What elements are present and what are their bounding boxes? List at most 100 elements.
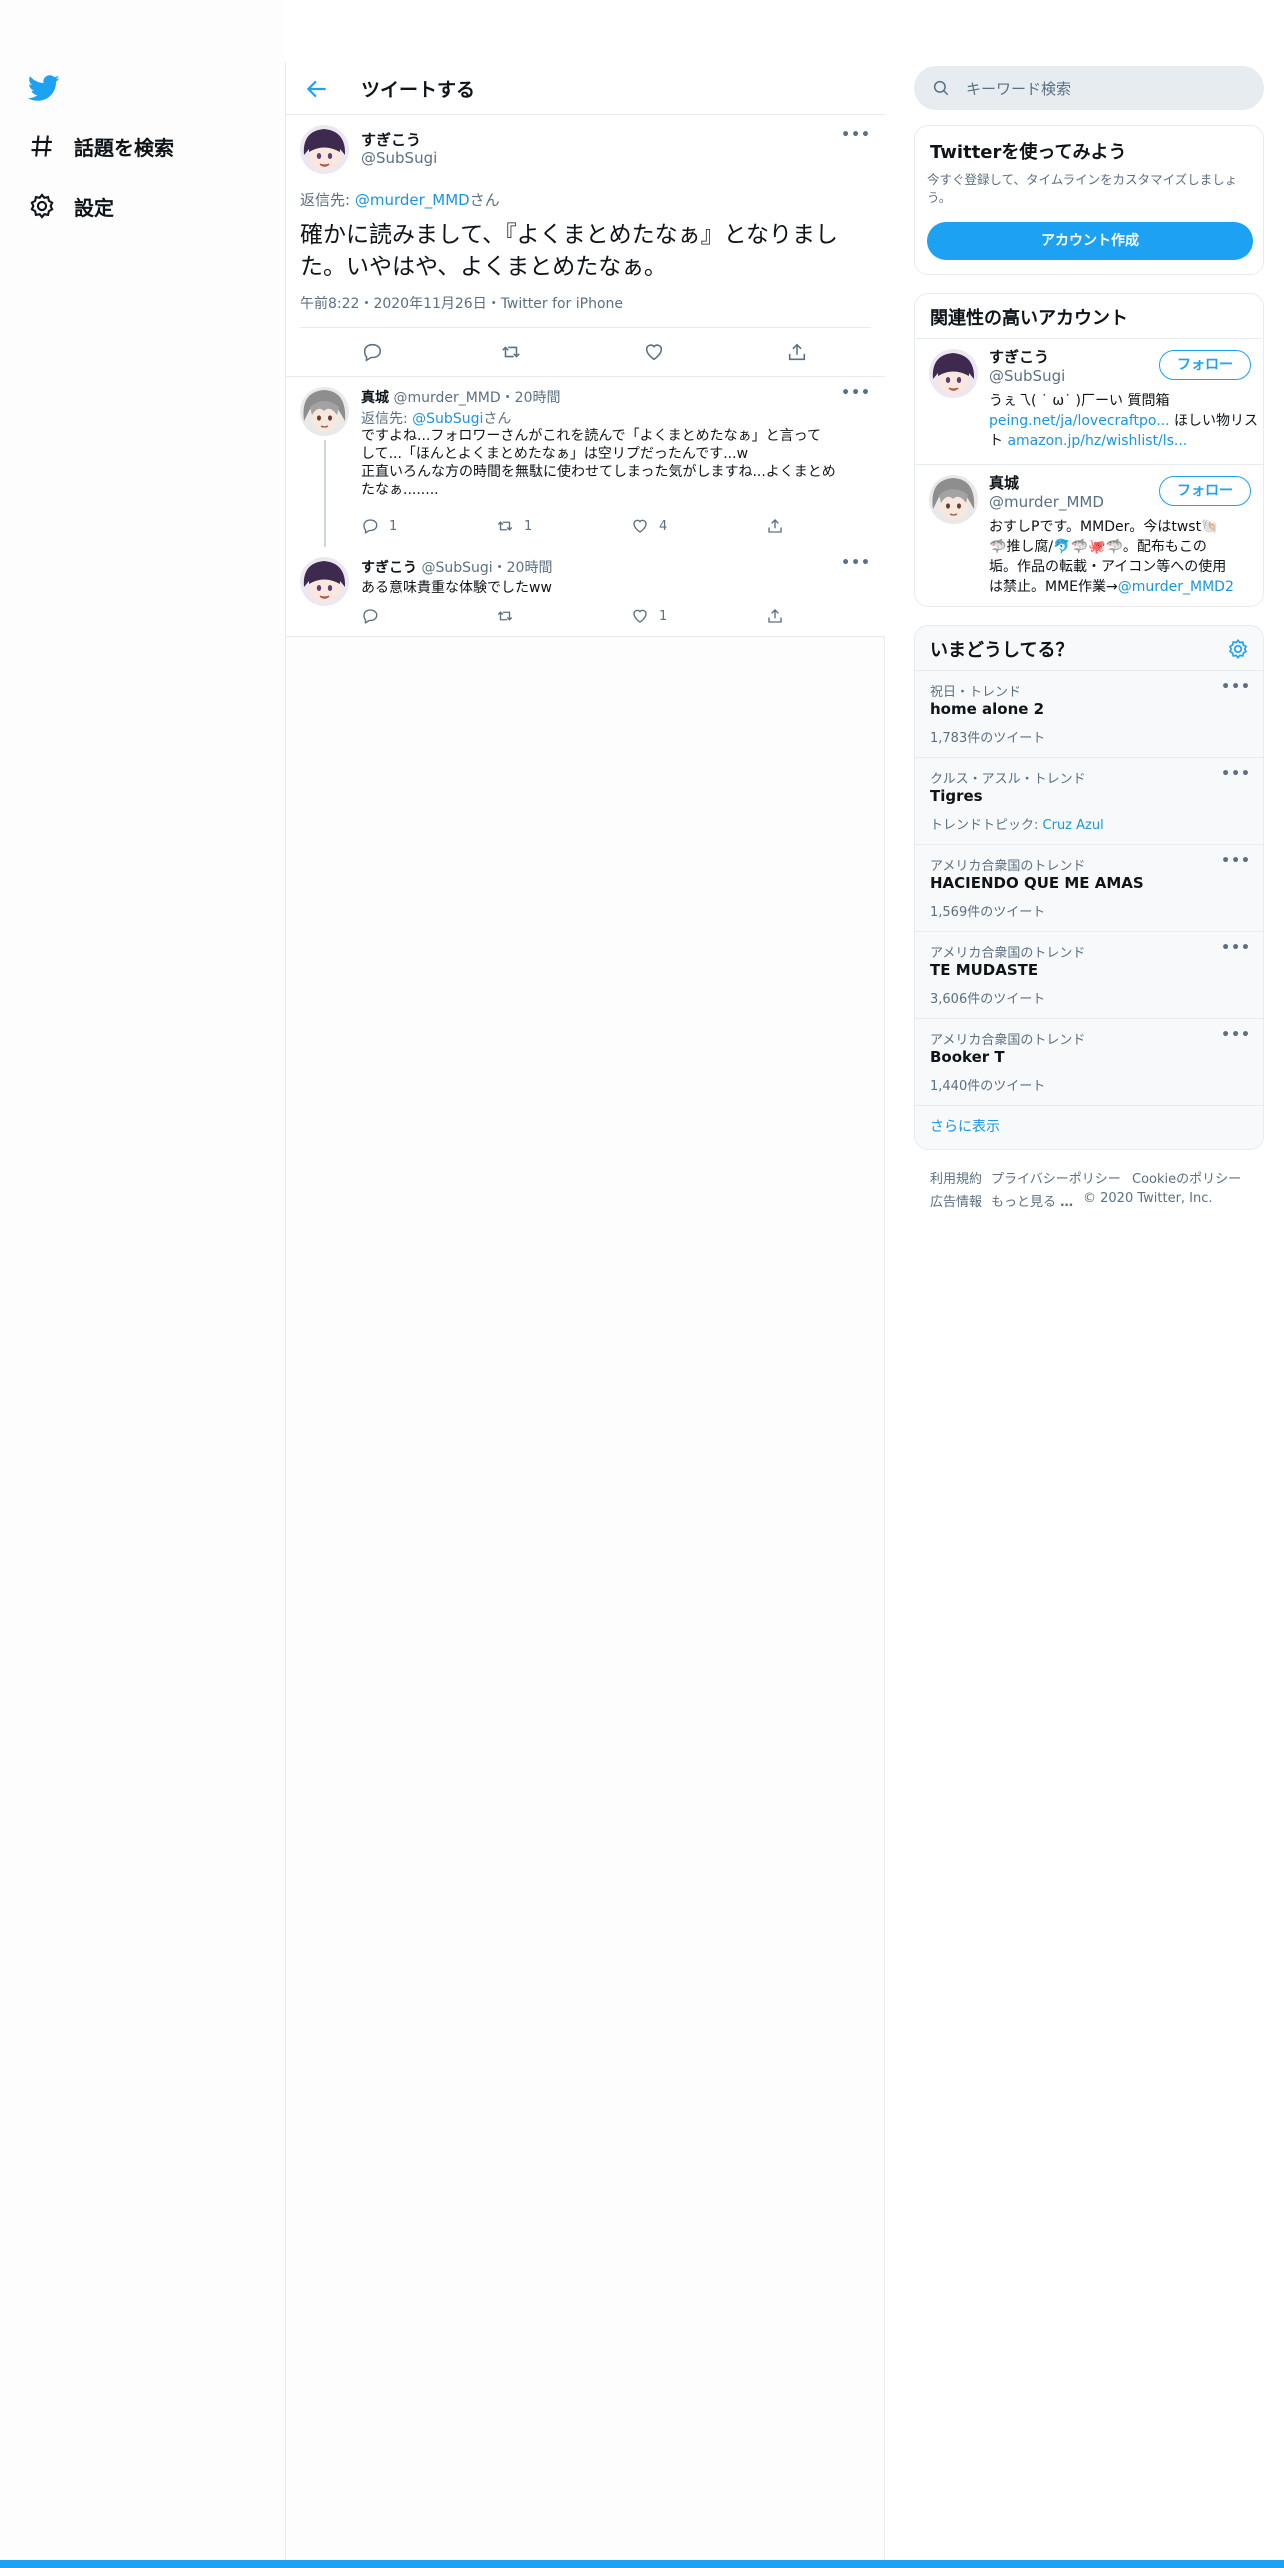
- bio-text: は禁止。MME作業→: [989, 579, 1118, 595]
- heart-icon: [633, 609, 647, 623]
- author-name[interactable]: すぎこう: [361, 560, 417, 576]
- signup-title: Twitterを使ってみよう: [930, 142, 1127, 163]
- trend-count: 1,783件のツイート: [930, 731, 1046, 746]
- author-name[interactable]: すぎこう: [361, 129, 421, 150]
- reply-context: 返信先: @SubSugiさん: [361, 408, 511, 428]
- reply-tweet[interactable]: 真城 @murder_MMD・20時間 ••• 返信先: @SubSugiさん …: [286, 377, 885, 547]
- account-handle[interactable]: @murder_MMD: [989, 493, 1104, 511]
- reply-prefix: 返信先:: [361, 411, 413, 427]
- like-button[interactable]: [643, 341, 665, 363]
- avatar[interactable]: [300, 125, 349, 174]
- heart-icon: [645, 344, 663, 361]
- tweet-time[interactable]: ・20時間: [501, 390, 561, 406]
- show-more-link[interactable]: さらに表示: [930, 1116, 1000, 1136]
- like-button[interactable]: 4: [631, 517, 667, 535]
- trend-count: 1,440件のツイート: [930, 1079, 1046, 1094]
- account-row[interactable]: すぎこう @SubSugi フォロー うぇ乁( ˙ ω˙ )厂ーい 質問箱 pe…: [915, 339, 1263, 464]
- twitter-logo-icon[interactable]: [27, 72, 60, 104]
- tweet-time[interactable]: ・20時間: [493, 560, 553, 576]
- divider: [915, 1105, 1263, 1106]
- reply-to-link[interactable]: @murder_MMD: [355, 191, 470, 209]
- avatar[interactable]: [929, 349, 978, 398]
- gear-icon: [30, 193, 54, 219]
- share-button[interactable]: [766, 517, 784, 535]
- account-name[interactable]: 真城: [989, 472, 1019, 493]
- trend-item[interactable]: アメリカ合衆国のトレンド TE MUDASTE 3,606件のツイート •••: [915, 932, 1263, 1018]
- search-box[interactable]: キーワード検索: [914, 66, 1264, 110]
- trend-item[interactable]: クルス・アスル・トレンド Tigres トレンドトピック: Cruz Azul …: [915, 758, 1263, 844]
- avatar[interactable]: [300, 387, 349, 436]
- nav-settings[interactable]: 設定: [28, 186, 114, 226]
- bio-line: peing.net/ja/lovecraftpo... ほしい物リス: [989, 411, 1259, 431]
- author-handle[interactable]: @SubSugi: [361, 149, 437, 167]
- trend-topic-link[interactable]: Cruz Azul: [1043, 818, 1104, 833]
- create-account-button[interactable]: アカウント作成: [927, 222, 1253, 260]
- trend-item[interactable]: アメリカ合衆国のトレンド Booker T 1,440件のツイート •••: [915, 1019, 1263, 1105]
- share-button[interactable]: [786, 341, 808, 363]
- trend-context: アメリカ合衆国のトレンド: [930, 859, 1086, 874]
- follow-button[interactable]: フォロー: [1159, 350, 1251, 380]
- more-link[interactable]: もっと見る …: [991, 1191, 1073, 1210]
- account-handle[interactable]: @SubSugi: [989, 367, 1065, 385]
- avatar[interactable]: [300, 557, 349, 606]
- hashtag-icon: [31, 135, 52, 157]
- more-options-icon[interactable]: •••: [1221, 853, 1251, 869]
- signup-description-line: 今すぐ登録して、タイムラインをカスタマイズしましょ: [927, 172, 1238, 187]
- tweet-text-line: ですよね...フォロワーさんがこれを読んで「よくまとめたなぁ」と言って: [361, 428, 821, 444]
- signup-card: Twitterを使ってみよう 今すぐ登録して、タイムラインをカスタマイズしましょ…: [914, 125, 1264, 275]
- retweet-button[interactable]: 1: [496, 517, 532, 535]
- terms-link[interactable]: 利用規約: [930, 1168, 982, 1187]
- bio-link[interactable]: @murder_MMD2: [1118, 579, 1234, 595]
- gear-icon[interactable]: [1227, 638, 1249, 660]
- follow-button[interactable]: フォロー: [1159, 476, 1251, 506]
- more-options-icon[interactable]: •••: [841, 555, 871, 571]
- author-name[interactable]: 真城: [361, 390, 389, 406]
- share-icon: [768, 519, 782, 533]
- bio-line: ト amazon.jp/hz/wishlist/ls...: [989, 431, 1259, 451]
- tweet-text-line: 正直いろんな方の時間を無駄に使わせてしまった気がしますね...よくまとめ: [361, 464, 836, 480]
- search-input[interactable]: キーワード検索: [966, 78, 1071, 99]
- tweet-text: 確かに読みまして、『よくまとめたなぁ』となりました。いやはや、よくまとめたなぁ。: [300, 222, 838, 280]
- timeline-column: ツイートする すぎこう @SubSugi ••• 返信先: @murder_MM…: [285, 62, 885, 2560]
- back-arrow-icon[interactable]: [304, 76, 330, 102]
- more-options-icon[interactable]: •••: [1221, 1027, 1251, 1043]
- reply-tweet[interactable]: すぎこう @SubSugi・20時間 ••• ある意味貴重な体験でしたww 1: [286, 547, 885, 637]
- bio-line: は禁止。MME作業→@murder_MMD2: [989, 577, 1261, 597]
- trend-item[interactable]: アメリカ合衆国のトレンド HACIENDO QUE ME AMAS 1,569件…: [915, 845, 1263, 931]
- trend-item[interactable]: 祝日・トレンド home alone 2 1,783件のツイート •••: [915, 671, 1263, 757]
- tweet-text-line: たなぁ........: [361, 482, 439, 498]
- author-handle[interactable]: @murder_MMD: [393, 390, 500, 406]
- bio-link[interactable]: peing.net/ja/lovecraftpo...: [989, 413, 1170, 429]
- account-name[interactable]: すぎこう: [989, 346, 1049, 367]
- reply-context: 返信先: @murder_MMDさん: [300, 189, 500, 210]
- bio-link[interactable]: amazon.jp/hz/wishlist/ls...: [1007, 433, 1187, 449]
- nav-explore-label: 話題を検索: [74, 135, 174, 160]
- tweet-timestamp[interactable]: 午前8:22・2020年11月26日・Twitter for iPhone: [300, 293, 623, 313]
- account-row[interactable]: 真城 @murder_MMD フォロー おすしPです。MMDer。今はtwst🐚…: [915, 465, 1263, 606]
- retweet-icon: [502, 346, 520, 358]
- more-options-icon[interactable]: •••: [1221, 766, 1251, 782]
- avatar[interactable]: [929, 475, 978, 524]
- trend-context: 祝日・トレンド: [930, 685, 1022, 700]
- nav-explore[interactable]: 話題を検索: [28, 126, 174, 166]
- reply-suffix: さん: [483, 411, 512, 427]
- ads-info-link[interactable]: 広告情報: [930, 1191, 982, 1210]
- privacy-link[interactable]: プライバシーポリシー: [991, 1168, 1121, 1187]
- reply-button[interactable]: 1: [361, 517, 397, 535]
- retweet-button[interactable]: [496, 607, 514, 625]
- more-options-icon[interactable]: •••: [1221, 679, 1251, 695]
- page-header: ツイートする: [286, 62, 885, 115]
- author-handle[interactable]: @SubSugi: [421, 560, 492, 576]
- divider: [300, 327, 871, 328]
- more-options-icon[interactable]: •••: [1221, 940, 1251, 956]
- retweet-button[interactable]: [500, 341, 522, 363]
- reply-button[interactable]: [361, 341, 383, 363]
- reply-button[interactable]: [361, 607, 379, 625]
- reply-to-link[interactable]: @SubSugi: [412, 411, 483, 427]
- more-options-icon[interactable]: •••: [841, 127, 871, 143]
- more-options-icon[interactable]: •••: [841, 385, 871, 401]
- cookie-link[interactable]: Cookieのポリシー: [1132, 1168, 1241, 1187]
- share-button[interactable]: [766, 607, 784, 625]
- retweet-icon: [497, 611, 513, 621]
- like-button[interactable]: 1: [631, 607, 667, 625]
